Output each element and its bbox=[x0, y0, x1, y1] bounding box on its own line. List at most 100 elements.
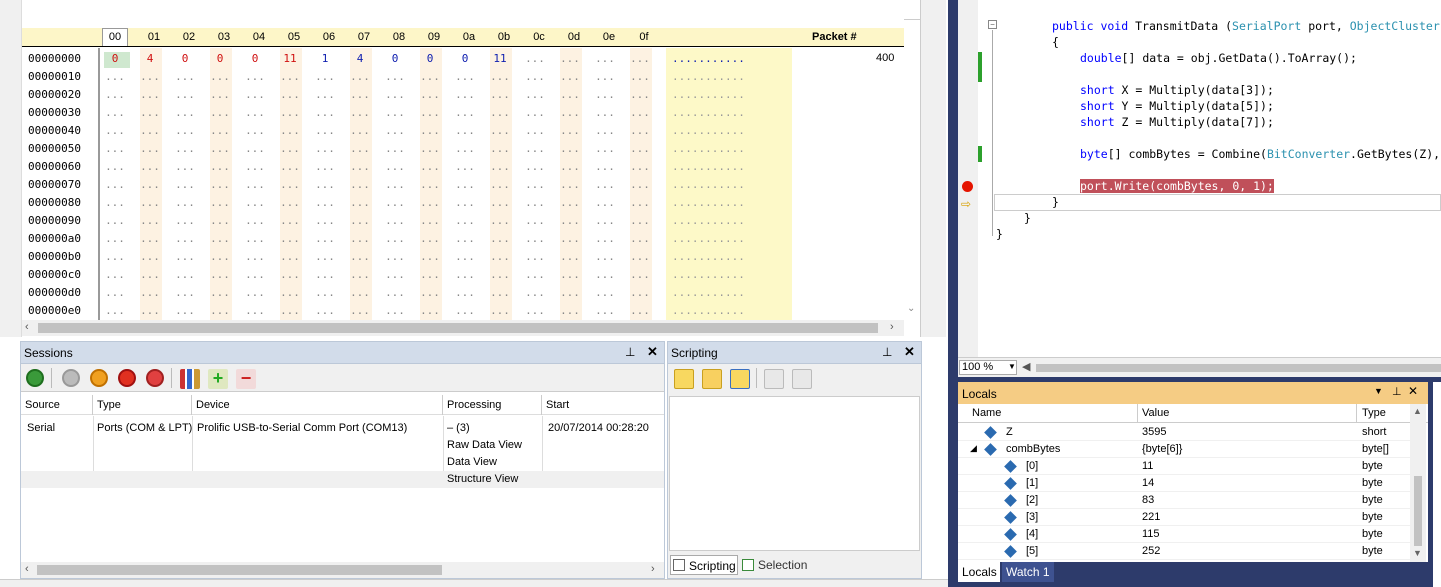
local-value[interactable]: 252 bbox=[1142, 545, 1160, 557]
hex-cell[interactable]: ... bbox=[380, 178, 410, 191]
hex-cell[interactable]: ... bbox=[625, 124, 655, 137]
locals-row[interactable]: [0] 11 byte bbox=[958, 458, 1410, 475]
hex-cell[interactable]: ... bbox=[240, 70, 270, 83]
hex-cell[interactable]: ... bbox=[310, 106, 340, 119]
locals-row[interactable]: Z 3595 short bbox=[958, 424, 1410, 441]
hex-cell[interactable]: ... bbox=[135, 232, 165, 245]
hex-cell[interactable]: ... bbox=[275, 160, 305, 173]
hex-cell[interactable]: ... bbox=[625, 214, 655, 227]
hex-cell[interactable]: ... bbox=[485, 106, 515, 119]
hex-hscrollbar[interactable]: ‹ › bbox=[22, 320, 904, 336]
hex-cell[interactable]: 1 bbox=[310, 52, 340, 65]
hex-cell[interactable]: ... bbox=[520, 70, 550, 83]
hex-cell[interactable]: ... bbox=[240, 142, 270, 155]
hex-cell[interactable]: ... bbox=[170, 124, 200, 137]
hex-cell[interactable]: ... bbox=[380, 142, 410, 155]
scroll-right-icon[interactable]: › bbox=[890, 321, 894, 333]
hex-cell[interactable]: ... bbox=[135, 88, 165, 101]
hex-cell[interactable]: ... bbox=[205, 196, 235, 209]
hex-cell[interactable]: ... bbox=[240, 106, 270, 119]
hex-cell[interactable]: ... bbox=[555, 178, 585, 191]
hex-cell[interactable]: ... bbox=[625, 268, 655, 281]
locals-row[interactable]: [1] 14 byte bbox=[958, 475, 1410, 492]
hex-cell[interactable]: ... bbox=[625, 88, 655, 101]
ascii-cell[interactable]: ........... bbox=[672, 160, 745, 173]
hex-cell[interactable]: ... bbox=[590, 268, 620, 281]
hex-cell[interactable]: ... bbox=[345, 88, 375, 101]
hex-cell[interactable]: ... bbox=[275, 286, 305, 299]
hex-cell[interactable]: ... bbox=[555, 214, 585, 227]
hex-cell[interactable]: ... bbox=[380, 106, 410, 119]
hex-cell[interactable]: ... bbox=[485, 286, 515, 299]
hex-cell[interactable]: ... bbox=[380, 304, 410, 317]
hex-cell[interactable]: ... bbox=[100, 124, 130, 137]
hex-cell[interactable]: 0 bbox=[100, 52, 130, 65]
hex-cell[interactable]: ... bbox=[590, 160, 620, 173]
local-value[interactable]: 83 bbox=[1142, 494, 1154, 506]
hex-cell[interactable]: ... bbox=[590, 70, 620, 83]
hex-cell[interactable]: ... bbox=[625, 142, 655, 155]
hex-cell[interactable]: ... bbox=[310, 304, 340, 317]
hex-cell[interactable]: ... bbox=[170, 88, 200, 101]
hex-cell[interactable]: ... bbox=[450, 106, 480, 119]
hex-cell[interactable]: ... bbox=[590, 196, 620, 209]
hex-cell[interactable]: ... bbox=[310, 232, 340, 245]
hex-cell[interactable]: ... bbox=[240, 124, 270, 137]
structure-view-link[interactable]: Structure View bbox=[447, 473, 518, 485]
hex-cell[interactable]: ... bbox=[485, 232, 515, 245]
hex-cell[interactable]: ... bbox=[100, 160, 130, 173]
add-icon[interactable]: + bbox=[208, 369, 228, 389]
hex-cell[interactable]: ... bbox=[520, 232, 550, 245]
hex-cell[interactable]: ... bbox=[485, 196, 515, 209]
hex-cell[interactable]: ... bbox=[380, 124, 410, 137]
hex-cell[interactable]: ... bbox=[485, 160, 515, 173]
hex-cell[interactable]: ... bbox=[205, 106, 235, 119]
hex-cell[interactable]: ... bbox=[450, 124, 480, 137]
hex-cell[interactable]: 0 bbox=[450, 52, 480, 65]
hex-cell[interactable]: ... bbox=[275, 142, 305, 155]
locals-row[interactable]: [2] 83 byte bbox=[958, 492, 1410, 509]
hex-cell[interactable]: ... bbox=[240, 88, 270, 101]
hex-cell[interactable]: ... bbox=[170, 178, 200, 191]
hex-cell[interactable]: ... bbox=[100, 70, 130, 83]
ascii-cell[interactable]: ........... bbox=[672, 232, 745, 245]
hex-cell[interactable]: ... bbox=[415, 214, 445, 227]
hex-cell[interactable]: 0 bbox=[380, 52, 410, 65]
hex-cell[interactable]: ... bbox=[590, 214, 620, 227]
hex-cell[interactable]: ... bbox=[135, 160, 165, 173]
hex-cell[interactable]: ... bbox=[310, 124, 340, 137]
pin-icon[interactable]: ⊥ bbox=[625, 345, 635, 359]
hex-cell[interactable]: ... bbox=[275, 70, 305, 83]
hex-cell[interactable]: ... bbox=[205, 70, 235, 83]
hex-cell[interactable]: 4 bbox=[135, 52, 165, 65]
hex-cell[interactable]: ... bbox=[485, 70, 515, 83]
hex-cell[interactable]: ... bbox=[100, 142, 130, 155]
hex-cell[interactable]: ... bbox=[380, 214, 410, 227]
col-processing[interactable]: Processing bbox=[443, 395, 542, 415]
hex-cell[interactable]: ... bbox=[555, 142, 585, 155]
col-start[interactable]: Start bbox=[542, 395, 664, 415]
hex-cell[interactable]: ... bbox=[135, 268, 165, 281]
hex-cell[interactable]: ... bbox=[555, 160, 585, 173]
hex-cell[interactable]: ... bbox=[555, 52, 585, 65]
hex-cell[interactable]: ... bbox=[205, 142, 235, 155]
tab-watch1[interactable]: Watch 1 bbox=[1002, 562, 1054, 582]
hex-cell[interactable]: ... bbox=[450, 304, 480, 317]
hex-cell[interactable]: ... bbox=[555, 268, 585, 281]
hex-cell[interactable]: ... bbox=[345, 304, 375, 317]
hex-cell[interactable]: ... bbox=[450, 196, 480, 209]
hex-cell[interactable]: 0 bbox=[240, 52, 270, 65]
hex-cell[interactable]: ... bbox=[240, 196, 270, 209]
hex-cell[interactable]: ... bbox=[275, 250, 305, 263]
hex-cell[interactable]: ... bbox=[415, 268, 445, 281]
hex-cell[interactable]: ... bbox=[100, 250, 130, 263]
hex-cell[interactable]: ... bbox=[170, 286, 200, 299]
hex-cell[interactable]: ... bbox=[275, 232, 305, 245]
hex-cell[interactable]: ... bbox=[100, 214, 130, 227]
pause-icon[interactable] bbox=[90, 369, 108, 387]
hex-cell[interactable]: ... bbox=[450, 142, 480, 155]
hex-cell[interactable]: ... bbox=[135, 124, 165, 137]
hex-cell[interactable]: ... bbox=[485, 124, 515, 137]
hex-cell[interactable]: ... bbox=[135, 70, 165, 83]
scroll-right-icon[interactable]: › bbox=[651, 563, 655, 575]
